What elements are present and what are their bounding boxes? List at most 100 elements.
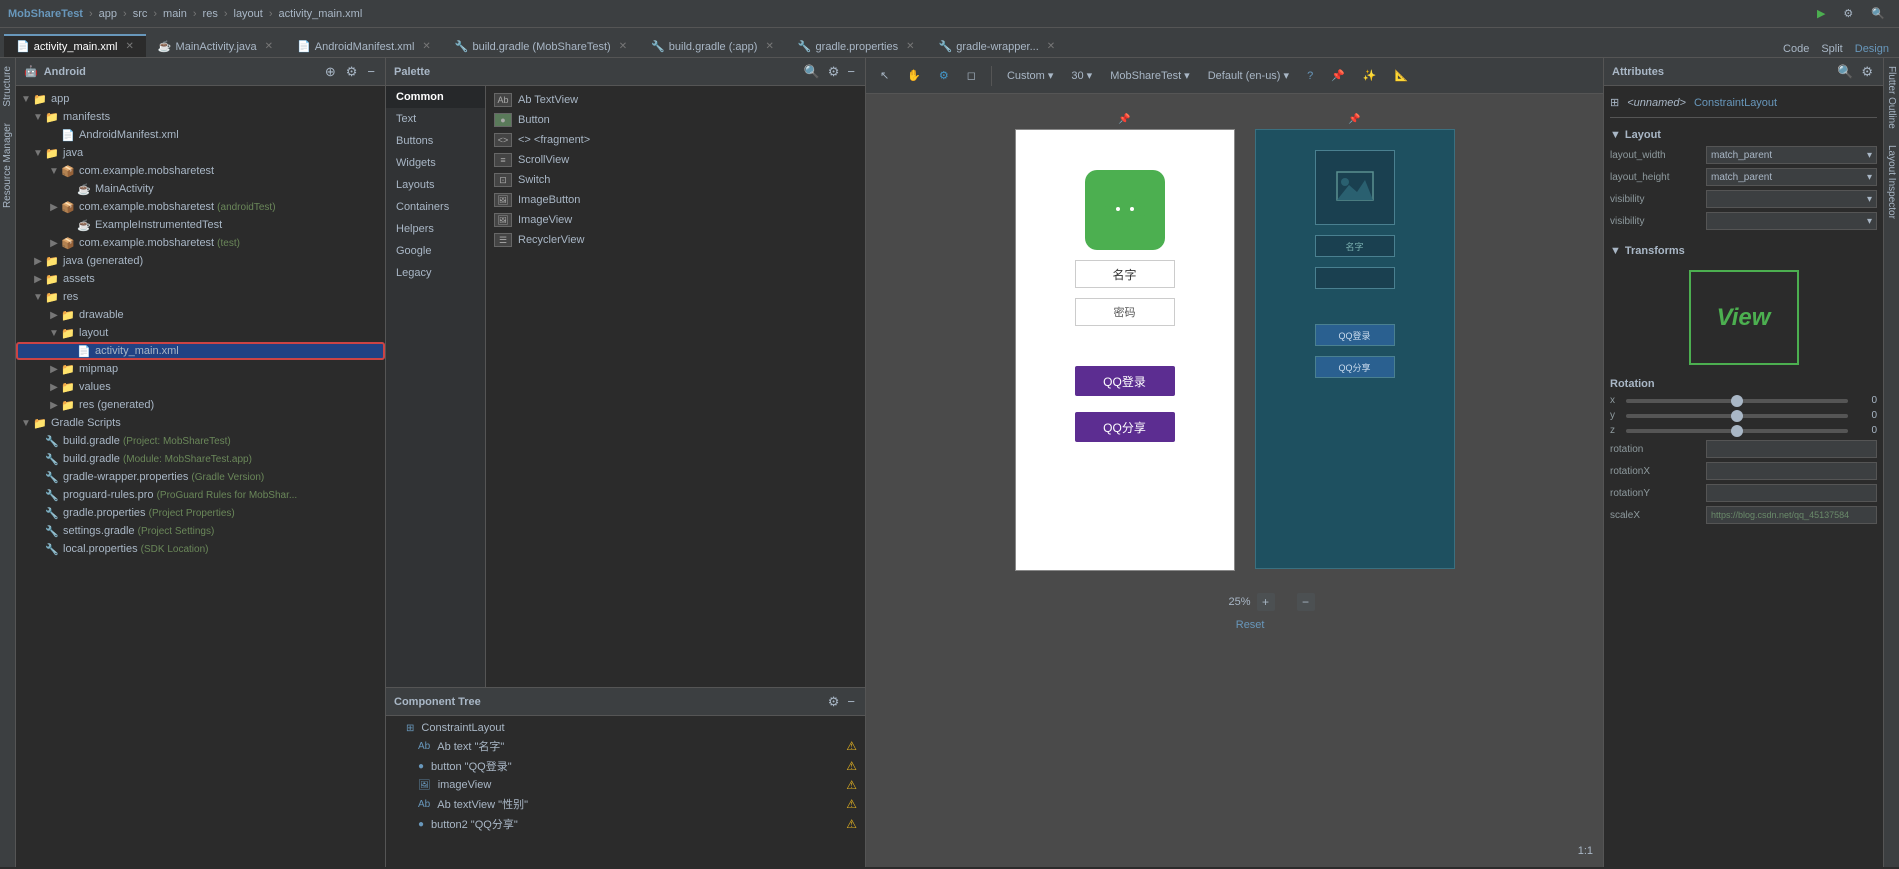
palette-close-btn[interactable]: − (845, 62, 857, 81)
tree-item-mipmap[interactable]: ▶ 📁 mipmap (16, 360, 385, 378)
tab-activity-main[interactable]: 📄 activity_main.xml ✕ (4, 34, 146, 57)
comp-tree-button2[interactable]: ● button2 "QQ分享" ⚠ (386, 814, 865, 834)
tree-item-settings-gradle[interactable]: 🔧 settings.gradle (Project Settings) (16, 522, 385, 540)
comp-tree-minimize-btn[interactable]: − (845, 692, 857, 711)
project-collapse-btn[interactable]: − (365, 62, 377, 81)
rotationY-field[interactable] (1706, 484, 1877, 502)
palette-cat-helpers[interactable]: Helpers (386, 218, 485, 240)
breadcrumb-layout[interactable]: layout (234, 8, 263, 20)
rotation-field[interactable] (1706, 440, 1877, 458)
tree-toggle-assets[interactable]: ▶ (32, 274, 44, 285)
breadcrumb-src[interactable]: src (133, 8, 148, 20)
palette-cat-widgets[interactable]: Widgets (386, 152, 485, 174)
tab-mainactivity[interactable]: ☕ MainActivity.java ✕ (146, 35, 285, 57)
tree-item-gradle-props[interactable]: 🔧 gradle.properties (Project Properties) (16, 504, 385, 522)
right-tab-inspector[interactable]: Layout Inspector (1884, 137, 1899, 227)
tree-toggle-androidtest[interactable]: ▶ (48, 202, 60, 213)
comp-tree-textview[interactable]: Ab Ab textView "性别" ⚠ (386, 794, 865, 814)
tree-toggle-app[interactable]: ▼ (20, 94, 32, 105)
tree-toggle-gradle[interactable]: ▼ (20, 418, 32, 429)
tab-build-gradle-2[interactable]: 🔧 build.gradle (:app) ✕ (639, 35, 786, 57)
phone-qq-share-btn[interactable]: QQ分享 (1075, 412, 1175, 442)
tree-item-values[interactable]: ▶ 📁 values (16, 378, 385, 396)
breadcrumb-main[interactable]: main (163, 8, 187, 20)
rotation-z-track[interactable] (1626, 429, 1848, 433)
theme-dropdown[interactable]: MobShareTest ▾ (1104, 67, 1196, 84)
tree-toggle-layout[interactable]: ▼ (48, 328, 60, 339)
tab-split-btn[interactable]: Split (1815, 41, 1848, 57)
palette-item-textview[interactable]: Ab Ab TextView (486, 90, 865, 110)
close-tab-1[interactable]: ✕ (265, 41, 273, 52)
palette-item-scrollview[interactable]: ≡ ScrollView (486, 150, 865, 170)
rotation-x-thumb[interactable] (1731, 395, 1743, 407)
palette-cat-google[interactable]: Google (386, 240, 485, 262)
zoom-out-btn[interactable]: − (1297, 593, 1315, 611)
close-tab-3[interactable]: ✕ (619, 41, 627, 52)
tree-item-res[interactable]: ▼ 📁 res (16, 288, 385, 306)
breadcrumb-app[interactable]: app (99, 8, 117, 20)
locale-dropdown[interactable]: Default (en-us) ▾ (1202, 67, 1295, 84)
tree-item-gradle-scripts[interactable]: ▼ 📁 Gradle Scripts (16, 414, 385, 432)
close-tab-2[interactable]: ✕ (422, 41, 430, 52)
rotation-y-thumb[interactable] (1731, 410, 1743, 422)
phone-qq-login-btn[interactable]: QQ登录 (1075, 366, 1175, 396)
build-button[interactable]: ⚙ (1837, 5, 1859, 22)
design-tool-measure[interactable]: 📐 (1389, 67, 1415, 84)
tree-item-androidtest[interactable]: ▶ 📦 com.example.mobsharetest (androidTes… (16, 198, 385, 216)
tree-item-proguard[interactable]: 🔧 proguard-rules.pro (ProGuard Rules for… (16, 486, 385, 504)
right-tab-flutter[interactable]: Flutter Outline (1884, 58, 1899, 137)
palette-cat-layouts[interactable]: Layouts (386, 174, 485, 196)
tree-toggle-test[interactable]: ▶ (48, 238, 60, 249)
tree-toggle-mipmap[interactable]: ▶ (48, 364, 60, 375)
tree-item-com-example[interactable]: ▼ 📦 com.example.mobsharetest (16, 162, 385, 180)
collapse-transforms-icon[interactable]: ▼ (1610, 245, 1621, 257)
palette-item-switch[interactable]: ⊡ Switch (486, 170, 865, 190)
design-tool-hand[interactable]: ✋ (901, 67, 927, 84)
left-tab-resource[interactable]: Resource Manager (0, 115, 15, 216)
tree-item-gradle-wrapper[interactable]: 🔧 gradle-wrapper.properties (Gradle Vers… (16, 468, 385, 486)
palette-item-fragment[interactable]: <> <> <fragment> (486, 130, 865, 150)
left-tab-structure[interactable]: Structure (0, 58, 15, 115)
design-tool-arrow[interactable]: ↖ (874, 67, 895, 84)
design-tool-blueprint[interactable]: ◻ (961, 67, 982, 84)
project-add-btn[interactable]: ⊕ (323, 62, 338, 82)
close-tab-0[interactable]: ✕ (125, 41, 133, 52)
tree-item-java[interactable]: ▼ 📁 java (16, 144, 385, 162)
comp-tree-settings-btn[interactable]: ⚙ (826, 692, 842, 712)
palette-sort-btn[interactable]: ⚙ (826, 62, 842, 82)
tree-item-res-generated[interactable]: ▶ 📁 res (generated) (16, 396, 385, 414)
tree-item-mainactivity[interactable]: ☕ MainActivity (16, 180, 385, 198)
tree-item-drawable[interactable]: ▶ 📁 drawable (16, 306, 385, 324)
comp-tree-text[interactable]: Ab Ab text "名字" ⚠ (386, 736, 865, 756)
close-tab-4[interactable]: ✕ (765, 41, 773, 52)
api-dropdown[interactable]: 30 ▾ (1065, 67, 1098, 84)
rotation-z-thumb[interactable] (1731, 425, 1743, 437)
help-btn[interactable]: ? (1301, 68, 1319, 84)
close-tab-5[interactable]: ✕ (906, 41, 914, 52)
breadcrumb-file[interactable]: activity_main.xml (279, 8, 363, 20)
visibility-dropdown[interactable]: ▾ (1706, 190, 1877, 208)
tree-toggle-manifests[interactable]: ▼ (32, 112, 44, 123)
comp-tree-constraint-layout[interactable]: ⊞ ConstraintLayout (386, 720, 865, 736)
palette-item-button[interactable]: ● Button (486, 110, 865, 130)
run-button[interactable]: ▶ (1811, 5, 1831, 22)
palette-cat-buttons[interactable]: Buttons (386, 130, 485, 152)
tab-code-btn[interactable]: Code (1777, 41, 1815, 57)
design-tool-pin[interactable]: 📌 (1325, 67, 1351, 84)
palette-cat-legacy[interactable]: Legacy (386, 262, 485, 284)
tab-gradle-wrapper[interactable]: 🔧 gradle-wrapper... ✕ (927, 35, 1068, 57)
tree-toggle-res[interactable]: ▼ (32, 292, 44, 303)
attr-search-btn[interactable]: 🔍 (1835, 62, 1855, 82)
tree-item-java-generated[interactable]: ▶ 📁 java (generated) (16, 252, 385, 270)
tree-toggle-java[interactable]: ▼ (32, 148, 44, 159)
custom-dropdown[interactable]: Custom ▾ (1001, 67, 1059, 84)
palette-cat-text[interactable]: Text (386, 108, 485, 130)
search-top-button[interactable]: 🔍 (1865, 5, 1891, 22)
palette-cat-common[interactable]: Common (386, 86, 485, 108)
comp-tree-button[interactable]: ● button "QQ登录" ⚠ (386, 756, 865, 776)
tree-item-activity-main[interactable]: 📄 activity_main.xml (16, 342, 385, 360)
zoom-reset-btn[interactable]: Reset (1236, 619, 1265, 631)
tree-item-example-instrumented[interactable]: ☕ ExampleInstrumentedTest (16, 216, 385, 234)
tree-toggle-java-gen[interactable]: ▶ (32, 256, 44, 267)
design-tool-magic[interactable]: ✨ (1357, 67, 1383, 84)
